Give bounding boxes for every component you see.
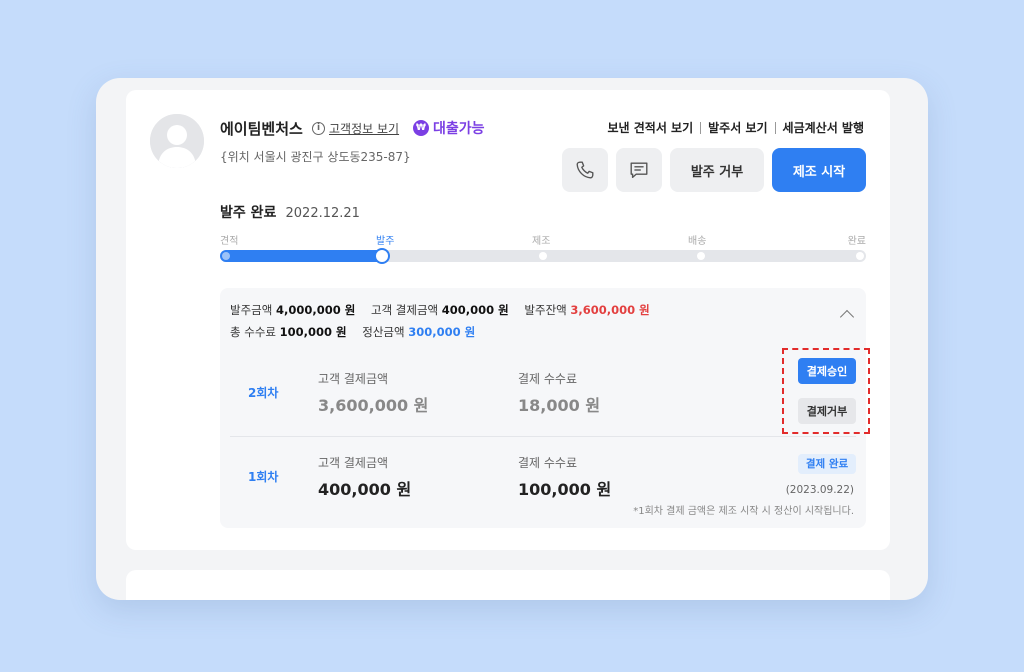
progress-track <box>220 248 866 264</box>
refuse-order-button[interactable]: 발주 거부 <box>670 148 764 192</box>
payment-2-amount: 3,600,000 원 <box>318 396 429 415</box>
link-divider <box>774 121 776 134</box>
payment-complete-badge: 결제 완료 <box>798 454 856 474</box>
next-order-card <box>126 570 890 600</box>
payment-round-1: 1회차 <box>248 470 279 484</box>
payment-panel: 발주금액 4,000,000 원 고객 결제금액 400,000 원 발주잔액 … <box>220 288 870 528</box>
total-fee-label: 총 수수료 <box>230 325 276 339</box>
reject-payment-button[interactable]: 결제거부 <box>798 398 856 424</box>
payment-1-amount-label: 고객 결제금액 <box>318 456 389 470</box>
loan-available-label: 대출가능 <box>433 121 485 137</box>
call-button[interactable] <box>562 148 608 192</box>
progress-dot <box>856 252 864 260</box>
summary-line-1: 발주금액 4,000,000 원 고객 결제금액 400,000 원 발주잔액 … <box>230 302 662 318</box>
start-manufacturing-button[interactable]: 제조 시작 <box>772 148 866 192</box>
order-amount-value: 4,000,000 원 <box>275 303 356 317</box>
progress-dot <box>697 252 705 260</box>
step-label-order: 발주 <box>376 236 395 247</box>
payment-complete-date: (2023.09.22) <box>785 484 854 496</box>
user-avatar-icon <box>150 114 204 168</box>
approve-payment-button[interactable]: 결제승인 <box>798 358 856 384</box>
link-tax-invoice[interactable]: 세금계산서 발행 <box>783 119 864 136</box>
header-links: 보낸 견적서 보기 발주서 보기 세금계산서 발행 <box>608 119 865 136</box>
chat-icon <box>630 162 648 179</box>
step-label-quote: 견적 <box>220 236 239 247</box>
payment-round-2: 2회차 <box>248 386 279 400</box>
payment-2-amount-label: 고객 결제금액 <box>318 372 389 386</box>
summary-line-2: 총 수수료 100,000 원 정산금액 300,000 원 <box>230 324 487 340</box>
progress-fill <box>220 250 388 262</box>
info-icon: i <box>312 122 325 135</box>
order-balance-value: 3,600,000 원 <box>570 303 650 317</box>
settlement-value: 300,000 원 <box>408 325 476 339</box>
phone-icon <box>576 161 594 179</box>
payment-2-fee-label: 결제 수수료 <box>518 372 578 386</box>
step-label-delivery: 배송 <box>688 236 707 247</box>
payment-2-fee: 18,000 원 <box>518 396 601 415</box>
order-amount-label: 발주금액 <box>230 303 273 317</box>
order-card: 에이팀벤처스 i 고객정보 보기 ₩ 대출가능 {위치 서울시 광진구 상도동2… <box>126 90 890 550</box>
status-label: 발주 완료 <box>220 205 277 221</box>
order-balance-label: 발주잔액 <box>524 303 567 317</box>
link-sent-quote[interactable]: 보낸 견적서 보기 <box>608 119 694 136</box>
progress-current-knob <box>374 248 390 264</box>
customer-info-link[interactable]: i 고객정보 보기 <box>312 120 399 137</box>
status-date: 2022.12.21 <box>285 206 360 221</box>
row-divider <box>230 436 856 437</box>
app-frame: 에이팀벤처스 i 고객정보 보기 ₩ 대출가능 {위치 서울시 광진구 상도동2… <box>96 78 928 600</box>
customer-address: {위치 서울시 광진구 상도동235-87} <box>220 150 411 164</box>
order-status: 발주 완료 2022.12.21 <box>220 202 360 222</box>
progress-step-labels: 견적 발주 제조 배송 완료 <box>220 232 866 247</box>
customer-paid-label: 고객 결제금액 <box>370 303 439 317</box>
payment-1-amount: 400,000 원 <box>318 480 412 499</box>
won-icon: ₩ <box>413 120 429 136</box>
customer-paid-value: 400,000 원 <box>441 303 509 317</box>
link-divider <box>700 121 702 134</box>
settlement-note: *1회차 결제 금액은 제조 시작 시 정산이 시작됩니다. <box>633 506 854 517</box>
settlement-label: 정산금액 <box>362 325 405 339</box>
link-purchase-order[interactable]: 발주서 보기 <box>708 119 767 136</box>
avatar <box>150 114 204 168</box>
customer-name: 에이팀벤처스 <box>220 120 303 138</box>
total-fee-value: 100,000 원 <box>279 325 347 339</box>
payment-1-fee-label: 결제 수수료 <box>518 456 578 470</box>
progress-dot <box>222 252 230 260</box>
chevron-up-icon[interactable] <box>839 309 855 325</box>
progress-dot <box>539 252 547 260</box>
step-label-manufacture: 제조 <box>532 236 551 247</box>
step-label-complete: 완료 <box>847 236 866 247</box>
loan-available-badge: ₩ 대출가능 <box>413 118 485 138</box>
payment-1-fee: 100,000 원 <box>518 480 612 499</box>
message-button[interactable] <box>616 148 662 192</box>
customer-info-link-label: 고객정보 보기 <box>329 122 400 136</box>
